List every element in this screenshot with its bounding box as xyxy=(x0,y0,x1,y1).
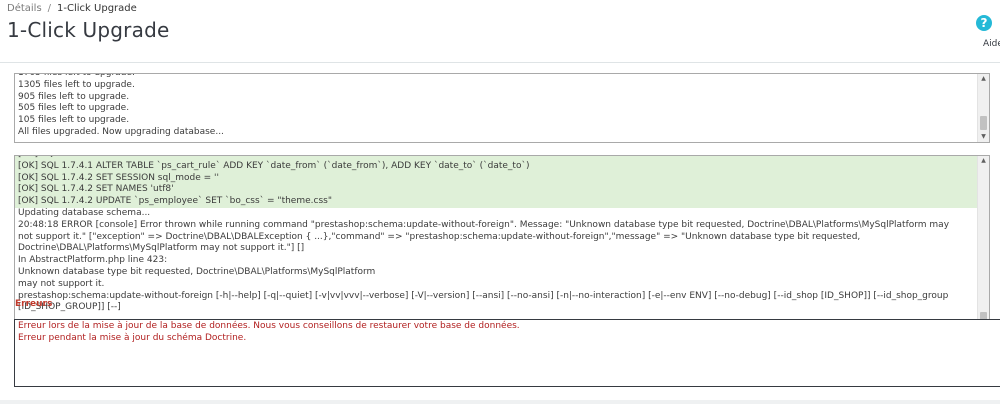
log-line: Unknown database type bit requested, Doc… xyxy=(18,266,376,277)
breadcrumb: Détails / 1-Click Upgrade xyxy=(7,3,137,14)
log-line: 1705 files left to upgrade. xyxy=(18,73,135,78)
help-label[interactable]: Aide xyxy=(968,39,1000,49)
errors-title: Erreurs xyxy=(15,299,53,309)
upgrade-log-box[interactable]: 1705 files left to upgrade. 1305 files le… xyxy=(14,73,990,143)
error-line: Erreur pendant la mise à jour du schéma … xyxy=(18,333,247,343)
breadcrumb-current: 1-Click Upgrade xyxy=(57,3,137,14)
sql-ok-line: [OK] SQL 1.7.4.2 UPDATE `ps_employee` SE… xyxy=(15,196,977,208)
scroll-up-arrow-icon[interactable]: ▲ xyxy=(978,156,989,166)
sql-log-lines: [OK] SQL 1.7.4.1 SET NAMES 'utf8'[OK] SQ… xyxy=(15,156,977,314)
upgrade-log-scrollbar[interactable]: ▲ ▼ xyxy=(977,74,989,142)
log-line: Updating database schema... xyxy=(18,207,151,218)
sql-ok-line: [OK] SQL 1.7.4.1 ALTER TABLE `ps_cart_ru… xyxy=(15,160,977,173)
breadcrumb-parent-link[interactable]: Détails xyxy=(7,3,42,14)
error-line: Erreur lors de la mise à jour de la base… xyxy=(18,321,520,331)
log-line: 905 files left to upgrade. xyxy=(18,91,130,102)
question-circle-icon[interactable]: ? xyxy=(976,15,992,31)
page-header: Détails/1-Click Upgrade 1-Click Upgrade … xyxy=(0,0,1000,62)
scroll-thumb[interactable] xyxy=(980,116,987,131)
page-title: 1-Click Upgrade xyxy=(7,18,170,42)
footer-divider xyxy=(0,400,1000,404)
errors-box: Erreur lors de la mise à jour de la base… xyxy=(14,319,1000,387)
scroll-down-arrow-icon[interactable]: ▼ xyxy=(978,132,989,142)
log-line: 20:48:18 ERROR [console] Error thrown wh… xyxy=(18,219,950,254)
scroll-up-arrow-icon[interactable]: ▲ xyxy=(978,74,989,84)
log-line: prestashop:schema:update-without-foreign… xyxy=(18,290,949,313)
log-line: 505 files left to upgrade. xyxy=(18,103,130,114)
log-line: may not support it. xyxy=(18,278,105,289)
upgrade-panel: 1705 files left to upgrade. 1305 files le… xyxy=(0,62,1000,401)
upgrade-log-lines: 1705 files left to upgrade. 1305 files le… xyxy=(15,73,977,139)
log-line: 105 files left to upgrade. xyxy=(18,115,130,126)
breadcrumb-separator: / xyxy=(47,3,52,14)
log-line: In AbstractPlatform.php line 423: xyxy=(18,255,168,266)
log-line: 1305 files left to upgrade. xyxy=(18,79,135,90)
help-button[interactable]: ? Aide xyxy=(968,15,1000,49)
sql-ok-line: [OK] SQL 1.7.4.2 SET SESSION sql_mode = … xyxy=(15,172,977,185)
sql-ok-line: [OK] SQL 1.7.4.2 SET NAMES 'utf8' xyxy=(15,184,977,197)
log-line: All files upgraded. Now upgrading databa… xyxy=(18,126,224,137)
